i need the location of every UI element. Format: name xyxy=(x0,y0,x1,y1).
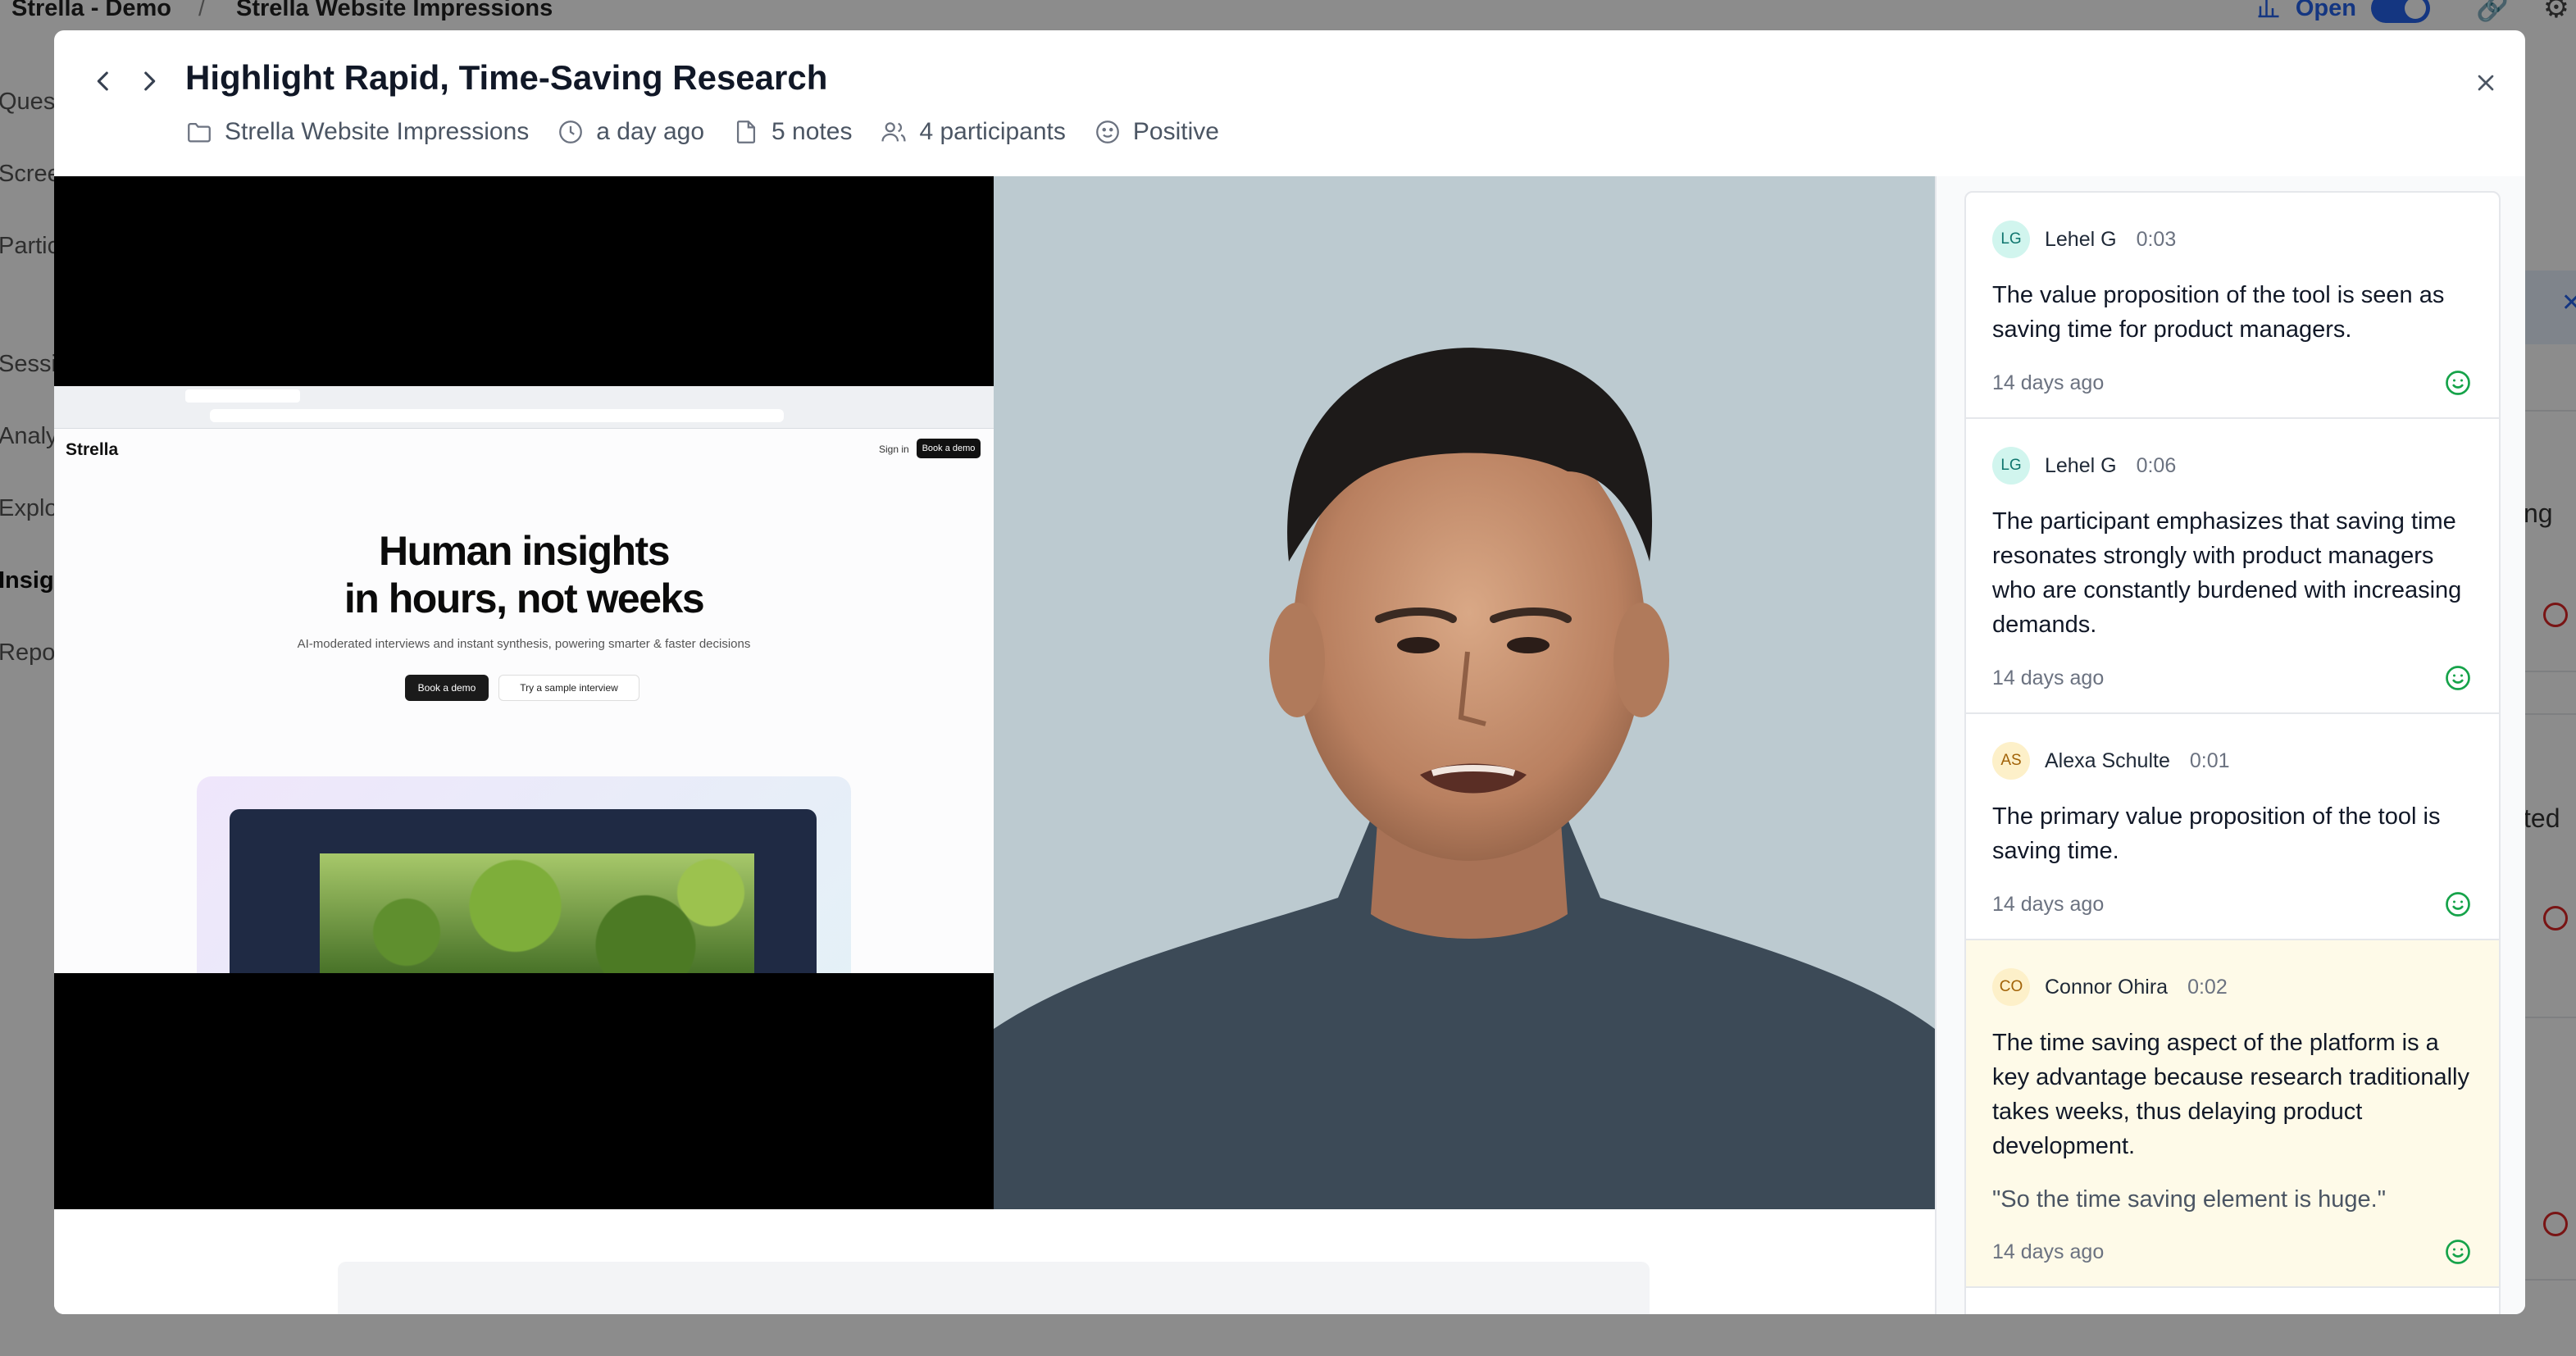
positive-sentiment-icon xyxy=(2446,666,2470,690)
browser-tab xyxy=(185,389,300,403)
note-author: Lehel G xyxy=(2045,227,2117,251)
notes-list: LG Lehel G 0:03 The value proposition of th… xyxy=(1964,191,2501,1314)
positive-sentiment-icon xyxy=(2446,371,2470,395)
chevron-left-icon xyxy=(97,71,108,91)
note-card[interactable]: LG Lehel G 0:03 The value proposition of th… xyxy=(1966,193,2499,419)
note-text: The primary value proposition of the too… xyxy=(1992,803,2441,864)
site-logo: Strella xyxy=(66,440,119,459)
note-header: LG Lehel G 0:06 xyxy=(1992,447,2473,485)
close-modal-button[interactable] xyxy=(2464,61,2507,104)
note-date: 14 days ago xyxy=(1992,371,2105,394)
note-text: The value proposition of the tool is see… xyxy=(1992,282,2445,343)
note-card[interactable]: CO Connor Ohira 0:02 The time saving aspect… xyxy=(1966,940,2499,1288)
note-author: Alexa Schulte xyxy=(2045,749,2170,772)
avatar: CO xyxy=(1992,968,2030,1006)
meta-participants-label: 4 participants xyxy=(919,118,1066,145)
previous-highlight-button[interactable] xyxy=(82,60,125,102)
summary-card xyxy=(338,1262,1650,1314)
video-player[interactable]: Strella Sign in Book a demo Human insigh… xyxy=(54,176,1935,1209)
note-author: Lehel G xyxy=(2045,453,2117,477)
modal-header: Highlight Rapid, Time-Saving Research St… xyxy=(54,30,2525,176)
note-card[interactable]: JTJoshua T0:07 xyxy=(1966,1288,2499,1314)
site-headline-line-2: in hours, not weeks xyxy=(344,576,705,621)
positive-sentiment-icon xyxy=(2446,892,2470,917)
positive-sentiment-icon xyxy=(2446,1240,2470,1264)
note-footer: 14 days ago xyxy=(1992,890,2473,919)
smile-icon xyxy=(1096,121,1119,143)
users-icon xyxy=(881,122,907,142)
meta-project-label: Strella Website Impressions xyxy=(225,118,530,145)
highlight-meta: Strella Website Impressions a day ago 5 … xyxy=(185,116,1219,148)
note-timestamp[interactable]: 0:06 xyxy=(2137,454,2177,478)
folder-icon xyxy=(188,122,211,143)
meta-time-label: a day ago xyxy=(596,118,705,145)
shared-website: Strella Sign in Book a demo Human insigh… xyxy=(54,386,994,973)
note-icon xyxy=(736,121,756,143)
notes-panel: LG Lehel G 0:03 The value proposition of th… xyxy=(1935,176,2525,1314)
site-subheadline: AI-moderated interviews and instant synt… xyxy=(297,637,751,651)
note-date: 14 days ago xyxy=(1992,1240,2105,1263)
avatar: AS xyxy=(1992,742,2030,780)
site-book-demo-button: Book a demo xyxy=(405,675,489,701)
note-header: LG Lehel G 0:03 xyxy=(1992,221,2473,258)
site-headline-line-1: Human insights xyxy=(378,528,671,574)
meta-time: a day ago xyxy=(557,118,704,146)
screen-share-feed: Strella Sign in Book a demo Human insigh… xyxy=(54,176,994,1209)
site-hero-image xyxy=(320,853,754,973)
meta-sentiment-label: Positive xyxy=(1132,118,1219,145)
note-date: 14 days ago xyxy=(1992,892,2105,916)
note-quote: "So the time saving element is huge." xyxy=(1992,1186,2387,1213)
site-headline: Human insights in hours, not weeks xyxy=(54,527,994,622)
highlight-modal: Highlight Rapid, Time-Saving Research St… xyxy=(54,30,2525,1314)
avatar: LG xyxy=(1992,447,2030,485)
meta-project[interactable]: Strella Website Impressions xyxy=(185,118,529,146)
note-timestamp[interactable]: 0:01 xyxy=(2190,749,2230,773)
note-footer: 14 days ago xyxy=(1992,663,2473,693)
note-text: The time saving aspect of the platform i… xyxy=(1992,1030,2469,1159)
note-date: 14 days ago xyxy=(1992,666,2105,689)
note-timestamp[interactable]: 0:02 xyxy=(2187,976,2228,999)
meta-sentiment: Positive xyxy=(1094,118,1219,146)
meta-participants: 4 participants xyxy=(880,118,1066,146)
note-timestamp[interactable]: 0:03 xyxy=(2137,228,2177,252)
site-nav-demo-button: Book a demo xyxy=(917,439,981,458)
browser-url-bar xyxy=(210,409,784,422)
note-header: AS Alexa Schulte 0:01 xyxy=(1992,742,2473,780)
note-card[interactable]: AS Alexa Schulte 0:01 The primary value pro… xyxy=(1966,714,2499,940)
note-card[interactable]: LG Lehel G 0:06 The participant emphasizes … xyxy=(1966,419,2499,714)
note-footer: 14 days ago xyxy=(1992,368,2473,398)
site-try-sample-button: Try a sample interview xyxy=(498,675,639,701)
avatar: LG xyxy=(1992,221,2030,258)
participant-video-frame xyxy=(994,176,1935,1209)
note-author: Connor Ohira xyxy=(2045,975,2169,999)
meta-notes-label: 5 notes xyxy=(771,118,853,145)
note-header: CO Connor Ohira 0:02 xyxy=(1992,968,2473,1006)
next-highlight-button[interactable] xyxy=(128,60,171,102)
site-sign-in: Sign in xyxy=(879,444,909,455)
chevron-right-icon xyxy=(144,71,156,91)
note-footer: 14 days ago xyxy=(1992,1237,2473,1267)
participant-webcam-feed xyxy=(994,176,1935,1209)
clock-icon xyxy=(559,121,583,143)
browser-toolbar xyxy=(54,386,994,429)
close-icon xyxy=(2478,75,2494,91)
note-text: The participant emphasizes that saving t… xyxy=(1992,508,2462,638)
modal-title: Highlight Rapid, Time-Saving Research xyxy=(185,58,828,97)
meta-notes: 5 notes xyxy=(732,118,852,146)
